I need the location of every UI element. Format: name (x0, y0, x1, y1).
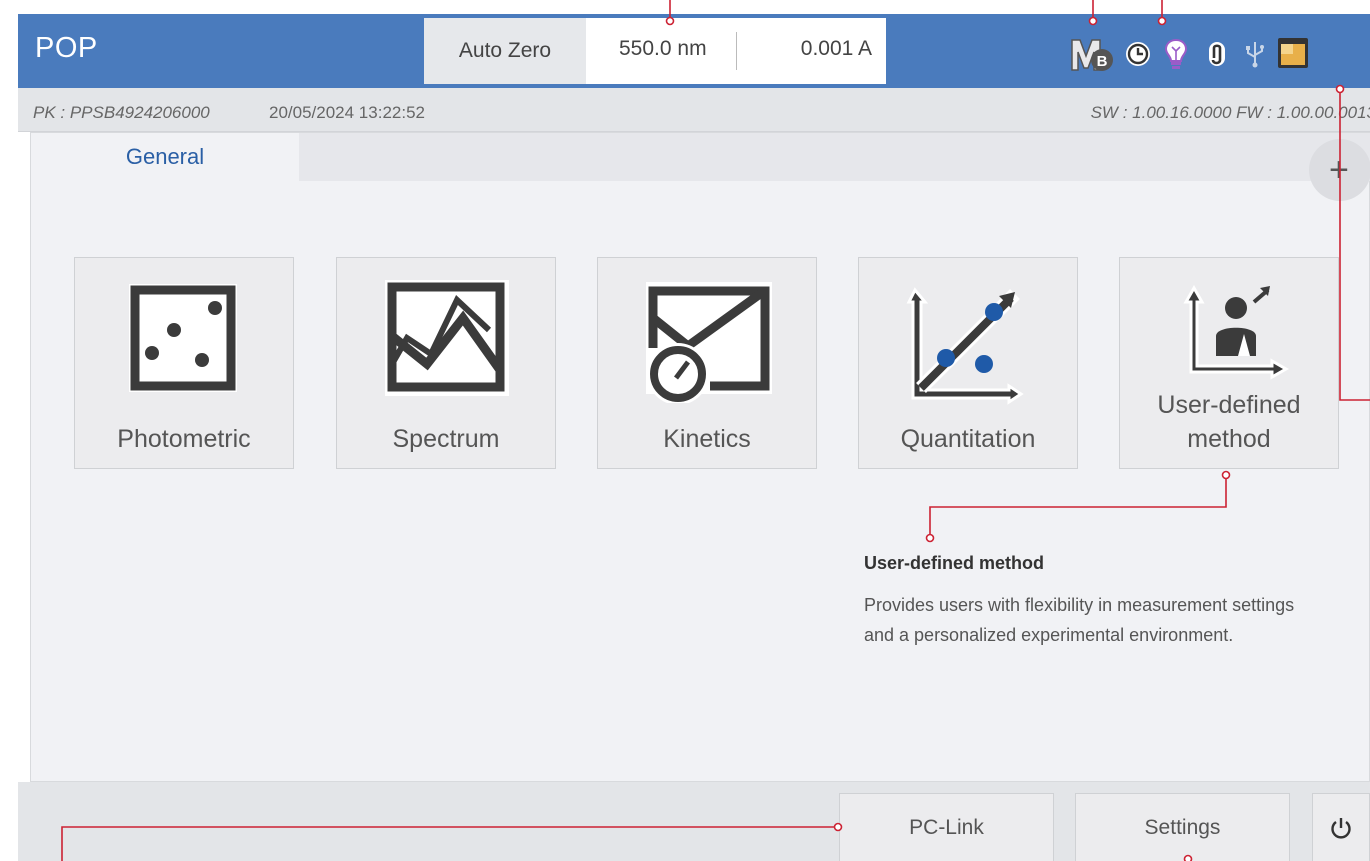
photometric-icon (129, 284, 237, 392)
top-bar: POP Auto Zero 550.0 nm 0.001 A B (18, 14, 1370, 88)
quantitation-icon (906, 287, 1024, 405)
tile-user-defined-method[interactable]: User-defined method (1119, 257, 1339, 469)
device-id: PK : PPSB4924206000 (33, 103, 210, 122)
readout-divider (736, 32, 737, 70)
date-time: 20/05/2024 13:22:52 (269, 103, 425, 122)
link-icon[interactable] (1206, 40, 1228, 73)
user-defined-method-icon (1183, 284, 1290, 380)
main-panel: General + Photometric Spectrum Kinetics … (30, 132, 1370, 782)
tab-general[interactable]: General (31, 133, 299, 181)
tile-label-line1: User-defined (1157, 391, 1301, 419)
bottom-bar: PC-Link Settings (18, 782, 1370, 861)
power-button[interactable] (1312, 793, 1370, 861)
tile-label: Kinetics (663, 425, 751, 453)
mb-badge-icon[interactable]: B (1070, 36, 1114, 77)
tile-quantitation[interactable]: Quantitation (858, 257, 1078, 469)
kinetics-icon (646, 282, 772, 403)
app-title: POP (35, 32, 98, 64)
usb-icon[interactable] (1244, 40, 1266, 73)
tile-label-line2: method (1187, 425, 1271, 453)
description-title: User-defined method (864, 553, 1045, 573)
power-icon (1331, 818, 1351, 839)
auto-zero-button[interactable]: Auto Zero (424, 18, 586, 84)
settings-button[interactable]: Settings (1075, 793, 1290, 861)
tile-photometric[interactable]: Photometric (74, 257, 294, 469)
tile-label: Quantitation (900, 425, 1036, 453)
absorbance-value: 0.001 A (800, 37, 872, 60)
device-info-bar: PK : PPSB4924206000 20/05/2024 13:22:52 … (18, 88, 1370, 132)
svg-text:B: B (1097, 53, 1108, 70)
window-icon[interactable] (1276, 36, 1310, 75)
tab-strip: General (31, 133, 1370, 181)
measurement-readout: 550.0 nm 0.001 A (586, 18, 886, 84)
version-info: SW : 1.00.16.0000 FW : 1.00.00.0013 (1090, 103, 1370, 122)
pc-link-button[interactable]: PC-Link (839, 793, 1054, 861)
tile-kinetics[interactable]: Kinetics (597, 257, 817, 469)
description-body: Provides users with flexibility in measu… (864, 595, 1295, 645)
lamp-icon[interactable] (1164, 38, 1188, 75)
spectrum-icon (385, 280, 509, 396)
clock-icon[interactable] (1124, 40, 1152, 73)
tile-label: Spectrum (392, 425, 500, 453)
add-tab-button[interactable]: + (1309, 139, 1370, 201)
tile-label: Photometric (117, 425, 251, 453)
tile-spectrum[interactable]: Spectrum (336, 257, 556, 469)
wavelength-value[interactable]: 550.0 nm (619, 37, 707, 61)
